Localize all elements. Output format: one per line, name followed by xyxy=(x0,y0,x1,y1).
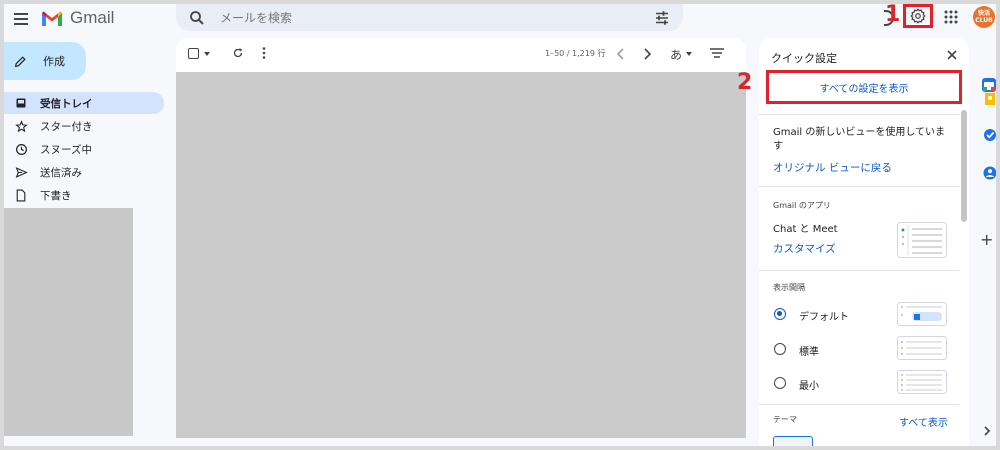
chat-meet-label: Chat と Meet xyxy=(773,224,838,235)
annotation-step-1: 1 xyxy=(885,4,901,27)
sidebar-item-sent[interactable]: 送信済み xyxy=(4,161,164,183)
divider xyxy=(759,270,959,271)
chat-meet-preview xyxy=(897,222,947,258)
theme-show-all-link[interactable]: すべて表示 xyxy=(899,414,948,429)
sidebar-item-snoozed[interactable]: スヌーズ中 xyxy=(4,138,164,160)
app-name: Gmail xyxy=(70,8,115,27)
quick-settings-panel: クイック設定 すべての設定を表示 Gmail の新しいビューを使用しています オ… xyxy=(759,38,969,446)
annotation-step-2: 2 xyxy=(737,70,753,95)
density-heading: 表示間隔 xyxy=(773,283,805,292)
settings-button[interactable] xyxy=(903,4,933,28)
sidebar-item-label: 下書き xyxy=(40,189,72,202)
customize-link[interactable]: カスタマイズ xyxy=(773,241,836,256)
pencil-icon xyxy=(14,55,26,67)
main-menu-icon[interactable] xyxy=(14,10,34,30)
google-apps-icon[interactable] xyxy=(944,10,958,24)
mail-list-panel: 1–50 / 1,219 行 あ xyxy=(176,38,746,438)
sidebar-redacted-area xyxy=(4,208,133,436)
density-compact-radio[interactable] xyxy=(774,377,786,389)
star-icon xyxy=(14,119,28,133)
divider xyxy=(759,404,959,405)
sidebar-item-starred[interactable]: スター付き xyxy=(4,115,164,137)
density-comfortable-label: 標準 xyxy=(799,347,819,358)
density-default-label: デフォルト xyxy=(799,312,849,323)
select-all-checkbox[interactable] xyxy=(188,48,199,59)
new-view-text: Gmail の新しいビューを使用しています xyxy=(773,127,946,152)
search-options-icon[interactable] xyxy=(653,9,671,27)
panel-scrollbar[interactable] xyxy=(961,110,967,222)
divider xyxy=(759,186,959,187)
calendar-icon[interactable] xyxy=(982,78,996,92)
density-default-preview xyxy=(897,302,947,326)
sidebar-item-label: 送信済み xyxy=(40,166,82,179)
input-tools-chevron-down-icon[interactable] xyxy=(686,52,692,56)
gmail-window: Gmail 1 快活 CLUB xyxy=(4,4,996,446)
compose-button[interactable]: 作成 xyxy=(4,42,86,80)
refresh-icon[interactable] xyxy=(232,47,244,59)
original-view-link[interactable]: オリジナル ビューに戻る xyxy=(773,160,892,175)
avatar-text-top: 快活 xyxy=(977,10,990,17)
gear-icon xyxy=(910,8,926,24)
quick-settings-title: クイック設定 xyxy=(771,52,837,65)
density-comfortable-preview xyxy=(897,336,947,360)
gmail-m-icon xyxy=(42,11,62,26)
see-all-settings-button[interactable]: すべての設定を表示 xyxy=(766,70,962,104)
more-options-icon[interactable] xyxy=(262,47,266,59)
split-pane-icon[interactable] xyxy=(710,48,724,58)
density-compact-label: 最小 xyxy=(799,381,819,392)
search-icon[interactable] xyxy=(188,9,206,27)
apps-heading: Gmail のアプリ xyxy=(773,201,831,210)
sidebar-item-label: 受信トレイ xyxy=(40,97,93,110)
draft-icon xyxy=(14,188,28,202)
input-tools-button[interactable]: あ xyxy=(670,46,682,63)
sidebar-item-drafts[interactable]: 下書き xyxy=(4,184,164,206)
chevron-right-icon[interactable] xyxy=(642,48,652,60)
compose-label: 作成 xyxy=(43,55,65,68)
get-addons-plus-icon[interactable]: + xyxy=(980,230,993,249)
density-default-radio[interactable] xyxy=(774,308,786,320)
divider xyxy=(759,114,959,115)
avatar-text-bottom: CLUB xyxy=(975,17,993,24)
pagination-count: 1–50 / 1,219 行 xyxy=(545,49,606,58)
send-icon xyxy=(14,165,28,179)
clock-icon xyxy=(14,142,28,156)
chevron-right-icon[interactable] xyxy=(983,426,991,436)
theme-heading: テーマ xyxy=(773,415,797,424)
close-icon[interactable] xyxy=(947,50,957,60)
gmail-logo[interactable]: Gmail xyxy=(40,6,114,30)
sidebar-nav: 受信トレイ スター付き スヌーズ中 送信済み 下書き xyxy=(4,92,164,207)
density-comfortable-radio[interactable] xyxy=(774,343,786,355)
sidebar-item-label: スター付き xyxy=(40,120,93,133)
theme-thumbnail[interactable] xyxy=(773,436,813,446)
keep-icon[interactable] xyxy=(983,92,996,106)
search-bar[interactable] xyxy=(176,4,683,31)
tasks-icon[interactable] xyxy=(983,128,996,142)
search-input[interactable] xyxy=(220,10,653,25)
mail-toolbar: 1–50 / 1,219 行 あ xyxy=(176,38,746,72)
sidebar-item-label: スヌーズ中 xyxy=(40,143,92,156)
chevron-left-icon[interactable] xyxy=(616,48,626,60)
contacts-icon[interactable] xyxy=(983,166,996,180)
account-avatar[interactable]: 快活 CLUB xyxy=(973,6,995,28)
sidebar-item-inbox[interactable]: 受信トレイ xyxy=(4,92,164,114)
inbox-icon xyxy=(14,96,28,110)
density-compact-preview xyxy=(897,370,947,394)
mail-list-redacted xyxy=(176,72,746,438)
select-menu-chevron-down-icon[interactable] xyxy=(204,52,210,56)
